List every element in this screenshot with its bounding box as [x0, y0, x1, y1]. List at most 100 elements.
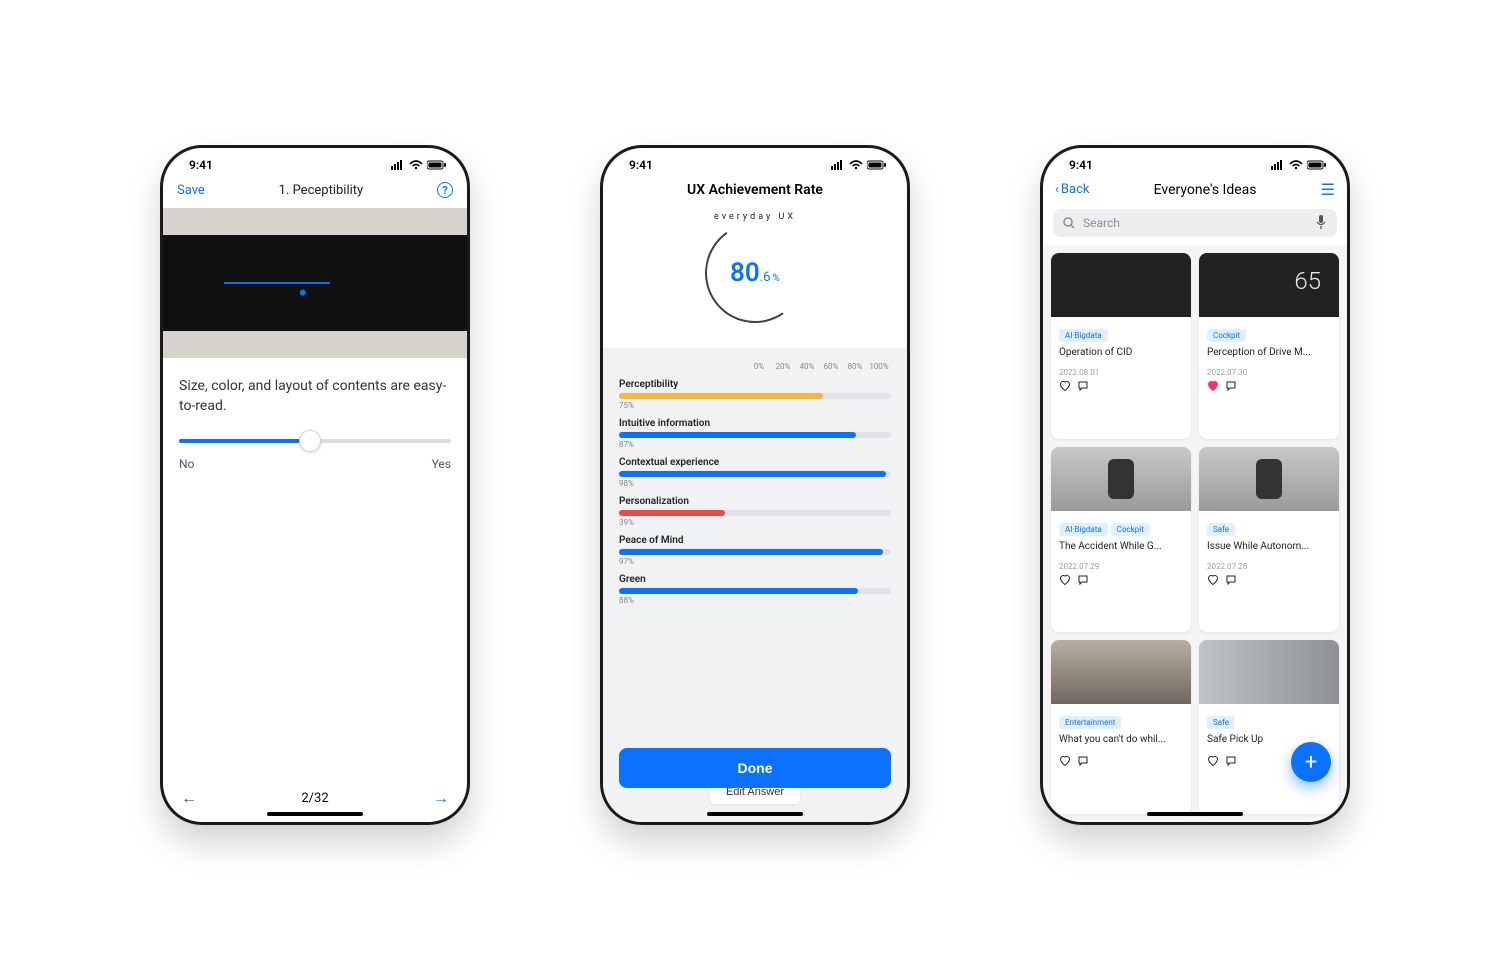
comment-button[interactable] [1225, 380, 1237, 392]
metric-bar [619, 432, 891, 438]
status-bar: 9:41 [163, 148, 467, 176]
answer-slider[interactable] [179, 439, 451, 443]
save-button[interactable]: Save [177, 183, 205, 198]
like-button[interactable] [1207, 755, 1219, 767]
card-tag[interactable]: Safe [1207, 523, 1235, 536]
metric-label: Intuitive information [619, 418, 891, 429]
card-title: What you can't do whil... [1059, 734, 1183, 745]
metric-bar [619, 393, 891, 399]
slider-label-yes: Yes [432, 457, 451, 471]
metric-row: Peace of Mind 97% [619, 535, 891, 566]
status-time: 9:41 [1069, 158, 1093, 172]
status-icons [1271, 160, 1327, 170]
next-button[interactable]: → [433, 788, 449, 808]
back-label: Back [1061, 182, 1090, 197]
metric-row: Personalization 39% [619, 496, 891, 527]
phone-ideas: 9:41 ‹ Back Everyone's Ideas ☰ Search [1040, 145, 1350, 825]
metric-label: Contextual experience [619, 457, 891, 468]
metric-bar [619, 471, 891, 477]
list-view-icon[interactable]: ☰ [1321, 180, 1335, 199]
metric-label: Green [619, 574, 891, 585]
gauge-arc-label: everyday UX [714, 212, 796, 222]
metric-row: Perceptibility 75% [619, 379, 891, 410]
metric-value: 88% [619, 596, 891, 605]
phone-results: 9:41 UX Achievement Rate everyday UX 80.… [600, 145, 910, 825]
wifi-icon [849, 160, 863, 170]
card-tag[interactable]: Cockpit [1207, 329, 1246, 342]
comment-button[interactable] [1225, 574, 1237, 586]
card-date: 2022.07.29 [1059, 562, 1183, 571]
metric-value: 75% [619, 401, 891, 410]
card-date: 2022.07.28 [1207, 562, 1331, 571]
like-button[interactable] [1207, 574, 1219, 586]
help-icon[interactable]: ? [437, 182, 453, 198]
like-button[interactable] [1059, 380, 1071, 392]
prev-button[interactable]: ← [181, 788, 197, 808]
card-tag[interactable]: Entertainment [1059, 716, 1121, 729]
idea-card[interactable]: Safe Safe Pick Up [1199, 640, 1339, 814]
home-indicator [707, 812, 803, 816]
metric-label: Peace of Mind [619, 535, 891, 546]
metric-row: Green 88% [619, 574, 891, 605]
like-button[interactable] [1059, 574, 1071, 586]
card-title: Operation of CID [1059, 347, 1183, 358]
metric-value: 87% [619, 440, 891, 449]
comment-button[interactable] [1077, 574, 1089, 586]
battery-icon [427, 160, 447, 170]
metric-bar [619, 588, 891, 594]
status-bar: 9:41 [603, 148, 907, 176]
battery-icon [867, 160, 887, 170]
mic-icon[interactable] [1315, 215, 1327, 232]
pager: ← 2/32 → [163, 788, 467, 808]
card-tag[interactable]: AI·Bigdata [1059, 329, 1108, 342]
back-button[interactable]: ‹ Back [1055, 182, 1089, 197]
metric-label: Personalization [619, 496, 891, 507]
idea-card[interactable]: 65 Cockpit Perception of Drive M... 2022… [1199, 253, 1339, 439]
signal-icon [1271, 160, 1285, 170]
search-input[interactable]: Search [1053, 209, 1337, 237]
axis-labels: 0%20%40%60%80%100% [619, 362, 891, 371]
page-title: 1. Peceptibility [279, 183, 364, 198]
card-tag[interactable]: Cockpit [1111, 523, 1150, 536]
add-idea-button[interactable]: + [1291, 742, 1331, 782]
idea-card[interactable]: Entertainment What you can't do whil... [1051, 640, 1191, 814]
idea-card[interactable]: Safe Issue While Autonom... 2022.07.28 [1199, 447, 1339, 633]
signal-icon [831, 160, 845, 170]
comment-button[interactable] [1077, 380, 1089, 392]
idea-card[interactable]: AI·Bigdata Operation of CID 2022.08.01 [1051, 253, 1191, 439]
nav-bar: ‹ Back Everyone's Ideas ☰ [1043, 176, 1347, 203]
metric-value: 98% [619, 479, 891, 488]
slider-label-no: No [179, 457, 194, 471]
card-tag[interactable]: Safe [1207, 716, 1235, 729]
search-placeholder: Search [1083, 216, 1120, 230]
signal-icon [391, 160, 405, 170]
card-date: 2022.07.30 [1207, 368, 1331, 377]
battery-icon [1307, 160, 1327, 170]
metric-label: Perceptibility [619, 379, 891, 390]
wifi-icon [1289, 160, 1303, 170]
rate-decimal: .6 [760, 270, 771, 285]
metric-bar [619, 510, 891, 516]
status-icons [831, 160, 887, 170]
card-title: Perception of Drive M... [1207, 347, 1331, 358]
done-button[interactable]: Done [619, 748, 891, 788]
like-button[interactable] [1059, 755, 1071, 767]
card-date: 2022.08.01 [1059, 368, 1183, 377]
rate-integer: 80 [730, 258, 760, 288]
achievement-gauge: everyday UX 80.6% [603, 198, 907, 348]
nav-bar: Save 1. Peceptibility ? [163, 176, 467, 204]
status-bar: 9:41 [1043, 148, 1347, 176]
idea-card[interactable]: AI·BigdataCockpit The Accident While G..… [1051, 447, 1191, 633]
card-tag[interactable]: AI·Bigdata [1059, 523, 1108, 536]
rate-unit: % [773, 273, 780, 284]
page-title: UX Achievement Rate [603, 182, 907, 198]
ideas-feed[interactable]: AI·Bigdata Operation of CID 2022.08.01 6… [1043, 245, 1347, 822]
wifi-icon [409, 160, 423, 170]
like-button[interactable] [1207, 380, 1219, 392]
metric-row: Contextual experience 98% [619, 457, 891, 488]
status-icons [391, 160, 447, 170]
home-indicator [267, 812, 363, 816]
comment-button[interactable] [1225, 755, 1237, 767]
metric-value: 97% [619, 557, 891, 566]
comment-button[interactable] [1077, 755, 1089, 767]
